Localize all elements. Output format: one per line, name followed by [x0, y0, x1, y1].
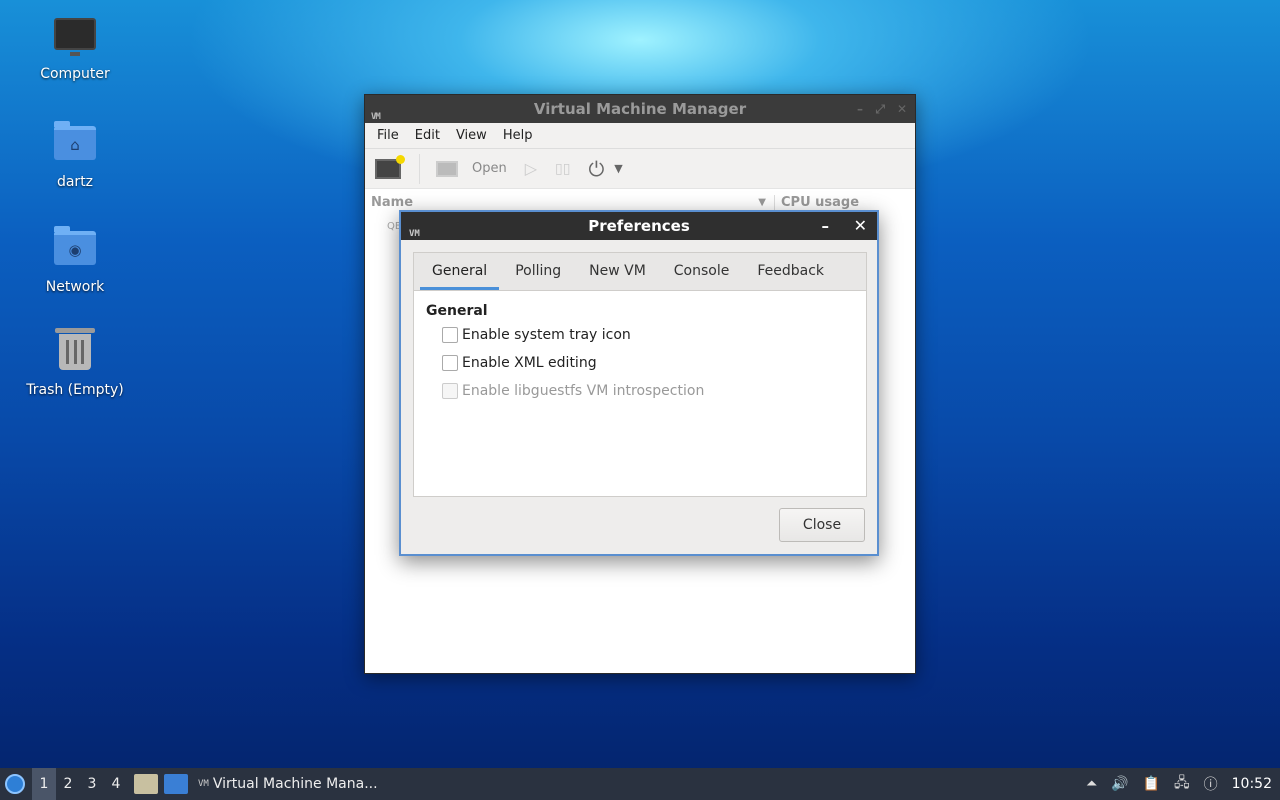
pause-icon: ▯▯	[555, 160, 571, 177]
sort-arrow-icon: ▼	[758, 196, 766, 208]
checkbox-box	[442, 383, 458, 399]
notification-icon[interactable]: ⓘ	[1204, 774, 1218, 794]
power-icon: ⏻	[588, 156, 605, 181]
menu-help[interactable]: Help	[495, 128, 541, 143]
menu-view[interactable]: View	[448, 128, 495, 143]
new-vm-button[interactable]	[375, 154, 405, 179]
tab-polling[interactable]: Polling	[503, 253, 573, 290]
section-title: General	[426, 303, 488, 319]
task-label: Virtual Machine Mana...	[212, 776, 378, 792]
column-cpu-label: CPU usage	[781, 194, 860, 210]
general-page: General Enable system tray icon Enable X…	[414, 291, 866, 417]
close-button[interactable]: Close	[779, 508, 865, 542]
tray-expand-icon[interactable]: ⏶	[1086, 776, 1097, 792]
start-menu-button[interactable]	[0, 768, 30, 800]
preferences-notebook: General Polling New VM Console Feedback …	[413, 252, 867, 497]
play-icon: ▷	[524, 159, 538, 178]
network-folder-icon: ◉	[53, 226, 97, 275]
pause-button[interactable]: ▯▯	[555, 161, 570, 177]
open-button[interactable]: Open	[436, 160, 507, 177]
desktop-icon-network[interactable]: ◉ Network	[20, 225, 130, 295]
clipboard-icon[interactable]: 📋	[1143, 776, 1160, 792]
task-vmm[interactable]: VM Virtual Machine Mana...	[198, 776, 378, 792]
xml-editing-checkbox[interactable]: Enable XML editing	[426, 349, 854, 377]
desktop-icon-label: Trash (Empty)	[26, 382, 124, 398]
vmm-task-icon: VM	[198, 779, 209, 789]
vmm-toolbar: Open ▷ ▯▯ ⏻ ▼	[365, 149, 915, 189]
file-manager-icon[interactable]	[134, 774, 158, 794]
preferences-titlebar[interactable]: VM Preferences – ✕	[401, 212, 877, 240]
shutdown-menu-button[interactable]: ▼	[614, 162, 622, 175]
vmm-menubar: File Edit View Help	[365, 123, 915, 149]
desktop-icon-label: Computer	[40, 66, 110, 82]
system-tray-checkbox[interactable]: Enable system tray icon	[426, 321, 854, 349]
desktop-icon-label: dartz	[56, 174, 94, 190]
desktop-icon-trash[interactable]: Trash (Empty)	[20, 328, 130, 398]
network-icon[interactable]: 🖧	[1174, 772, 1190, 796]
vmm-window-title: Virtual Machine Manager	[533, 100, 747, 118]
volume-icon[interactable]: 🔊	[1111, 776, 1128, 792]
tab-new-vm[interactable]: New VM	[577, 253, 658, 290]
workspace-4[interactable]: 4	[104, 768, 128, 800]
run-button[interactable]: ▷	[525, 159, 537, 178]
monitor-icon	[436, 160, 458, 177]
clock[interactable]: 10:52	[1232, 776, 1272, 792]
new-vm-icon	[375, 154, 405, 179]
preferences-tabs: General Polling New VM Console Feedback	[414, 253, 866, 291]
chevron-down-icon: ▼	[614, 162, 623, 175]
column-name-label: Name	[371, 194, 414, 210]
minimize-icon[interactable]: –	[857, 95, 863, 123]
option-label: Enable libguestfs VM introspection	[462, 383, 705, 399]
taskbar: 1 2 3 4 VM Virtual Machine Mana... ⏶ 🔊 📋…	[0, 768, 1280, 800]
start-logo-icon	[5, 774, 25, 794]
tab-feedback[interactable]: Feedback	[745, 253, 836, 290]
menu-edit[interactable]: Edit	[407, 128, 448, 143]
checkbox-box[interactable]	[442, 327, 458, 343]
toolbar-separator	[419, 153, 420, 184]
close-icon[interactable]: ✕	[854, 212, 867, 240]
vmm-titlebar[interactable]: VM Virtual Machine Manager – ⤢ ✕	[365, 95, 915, 123]
close-icon[interactable]: ✕	[897, 95, 907, 123]
system-tray: ⏶ 🔊 📋 🖧 ⓘ 10:52	[1086, 768, 1280, 800]
shutdown-button[interactable]: ⏻	[588, 157, 604, 181]
vmm-app-icon: VM	[371, 112, 381, 122]
option-label: Enable system tray icon	[462, 327, 631, 343]
checkbox-box[interactable]	[442, 355, 458, 371]
minimize-icon[interactable]: –	[822, 212, 830, 240]
maximize-icon[interactable]: ⤢	[875, 95, 885, 123]
show-desktop-icon[interactable]	[164, 774, 188, 794]
desktop-icon-label: Network	[45, 279, 105, 295]
workspace-2[interactable]: 2	[56, 768, 80, 800]
workspace-1[interactable]: 1	[32, 768, 56, 800]
desktop-icon-computer[interactable]: Computer	[20, 16, 130, 82]
option-label: Enable XML editing	[462, 355, 597, 371]
computer-icon	[53, 18, 97, 62]
libguestfs-checkbox: Enable libguestfs VM introspection	[426, 377, 854, 405]
open-label: Open	[472, 161, 507, 176]
desktop-icon-home[interactable]: ⌂ dartz	[20, 120, 130, 190]
column-cpu[interactable]: CPU usage	[775, 195, 859, 210]
tab-general[interactable]: General	[420, 253, 500, 290]
preferences-app-icon: VM	[409, 229, 420, 239]
preferences-dialog: VM Preferences – ✕ General Polling New V…	[399, 210, 879, 556]
tab-console[interactable]: Console	[662, 253, 742, 290]
workspace-3[interactable]: 3	[80, 768, 104, 800]
preferences-title: Preferences	[588, 217, 690, 235]
trash-icon	[53, 328, 97, 378]
column-name[interactable]: Name ▼	[365, 194, 775, 210]
home-folder-icon: ⌂	[53, 121, 97, 170]
